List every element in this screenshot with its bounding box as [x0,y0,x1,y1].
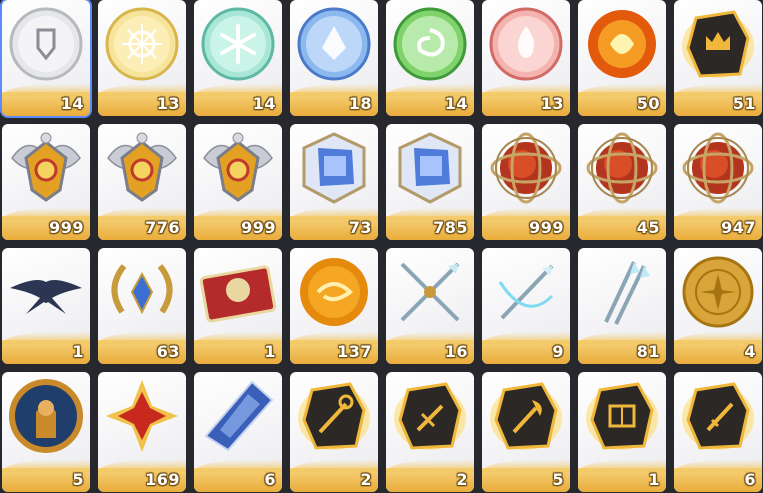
inventory-slot[interactable]: 4 [674,248,762,364]
inventory-slot[interactable]: 5 [2,372,90,492]
item-count: 81 [636,342,660,361]
red-flame-emblem-icon [486,4,566,84]
inventory-slot[interactable]: 137 [290,248,378,364]
inventory-slot[interactable]: 18 [290,0,378,116]
inventory-slot[interactable]: 50 [578,0,666,116]
inventory-slot[interactable]: 5 [482,372,570,492]
item-count: 785 [433,218,468,237]
green-swirl-emblem-icon [390,4,470,84]
item-count: 50 [636,94,660,113]
item-count: 2 [360,470,372,489]
armillary-fire-sphere-icon [582,128,662,208]
red-ticket-icon [198,252,278,332]
item-count: 776 [145,218,180,237]
item-count: 1 [648,470,660,489]
inventory-slot[interactable]: 785 [386,124,474,240]
item-count: 999 [529,218,564,237]
item-count: 63 [156,342,180,361]
item-count: 6 [744,470,756,489]
item-count: 14 [252,94,276,113]
item-count: 6 [264,470,276,489]
crossed-spears-icon [390,252,470,332]
dark-stone-axe-icon [486,376,566,456]
dark-crown-stone-icon [678,4,758,84]
item-count: 13 [156,94,180,113]
inventory-slot[interactable]: 51 [674,0,762,116]
inventory-slot[interactable]: 2 [290,372,378,492]
item-count: 51 [732,94,756,113]
blue-crystal-cube-icon [294,128,374,208]
item-count: 9 [552,342,564,361]
dark-stone-dagger-icon [678,376,758,456]
manta-ray-icon [6,252,86,332]
inventory-slot[interactable]: 16 [386,248,474,364]
inventory-slot[interactable]: 6 [674,372,762,492]
spear-bow-icon [486,252,566,332]
inventory-slot[interactable]: 999 [194,124,282,240]
inventory-grid: 14 13 14 18 14 13 50 51 999 776 999 73 7… [2,0,762,492]
inventory-slot[interactable]: 9 [482,248,570,364]
item-count: 2 [456,470,468,489]
item-count: 14 [444,94,468,113]
item-count: 14 [60,94,84,113]
inventory-slot[interactable]: 63 [98,248,186,364]
item-count: 16 [444,342,468,361]
blue-crystal-emblem-icon [294,4,374,84]
item-count: 947 [721,218,756,237]
inventory-slot[interactable]: 13 [482,0,570,116]
item-count: 999 [241,218,276,237]
inventory-slot[interactable]: 73 [290,124,378,240]
winged-amber-crest-icon [198,128,278,208]
item-count: 5 [552,470,564,489]
inventory-slot[interactable]: 14 [386,0,474,116]
item-count: 5 [72,470,84,489]
inventory-slot[interactable]: 947 [674,124,762,240]
dark-stone-staff-icon [294,376,374,456]
inventory-slot[interactable]: 13 [98,0,186,116]
inventory-slot[interactable]: 6 [194,372,282,492]
blue-shard-crystal-icon [198,376,278,456]
inventory-slot[interactable]: 999 [482,124,570,240]
item-count: 73 [348,218,372,237]
item-count: 18 [348,94,372,113]
item-count: 13 [540,94,564,113]
twin-spears-icon [582,252,662,332]
item-count: 4 [744,342,756,361]
inventory-slot[interactable]: 14 [194,0,282,116]
dark-stone-book-icon [582,376,662,456]
inventory-slot[interactable]: 45 [578,124,666,240]
item-count: 1 [72,342,84,361]
item-count: 45 [636,218,660,237]
inventory-slot[interactable]: 1 [2,248,90,364]
armillary-fire-sphere-icon [678,128,758,208]
silver-emblem-icon [6,4,86,84]
blue-crystal-cube-icon [390,128,470,208]
inventory-slot[interactable]: 999 [2,124,90,240]
dark-stone-sword-icon [390,376,470,456]
item-count: 169 [145,470,180,489]
cyan-snowflake-emblem-icon [198,4,278,84]
inventory-slot[interactable]: 1 [578,372,666,492]
item-count: 137 [337,342,372,361]
fire-orb-icon [582,4,662,84]
item-count: 999 [49,218,84,237]
gold-sun-emblem-icon [102,4,182,84]
inventory-slot[interactable]: 776 [98,124,186,240]
inventory-slot[interactable]: 14 [2,0,90,116]
winged-amber-crest-icon [6,128,86,208]
knight-medallion-icon [6,376,86,456]
inventory-slot[interactable]: 169 [98,372,186,492]
gold-seal-icon [678,252,758,332]
inventory-slot[interactable]: 81 [578,248,666,364]
amber-orb-icon [294,252,374,332]
laurel-gem-wreath-icon [102,252,182,332]
item-count: 1 [264,342,276,361]
winged-amber-crest-icon [102,128,182,208]
armillary-fire-sphere-icon [486,128,566,208]
red-star-gem-icon [102,376,182,456]
inventory-slot[interactable]: 2 [386,372,474,492]
inventory-slot[interactable]: 1 [194,248,282,364]
